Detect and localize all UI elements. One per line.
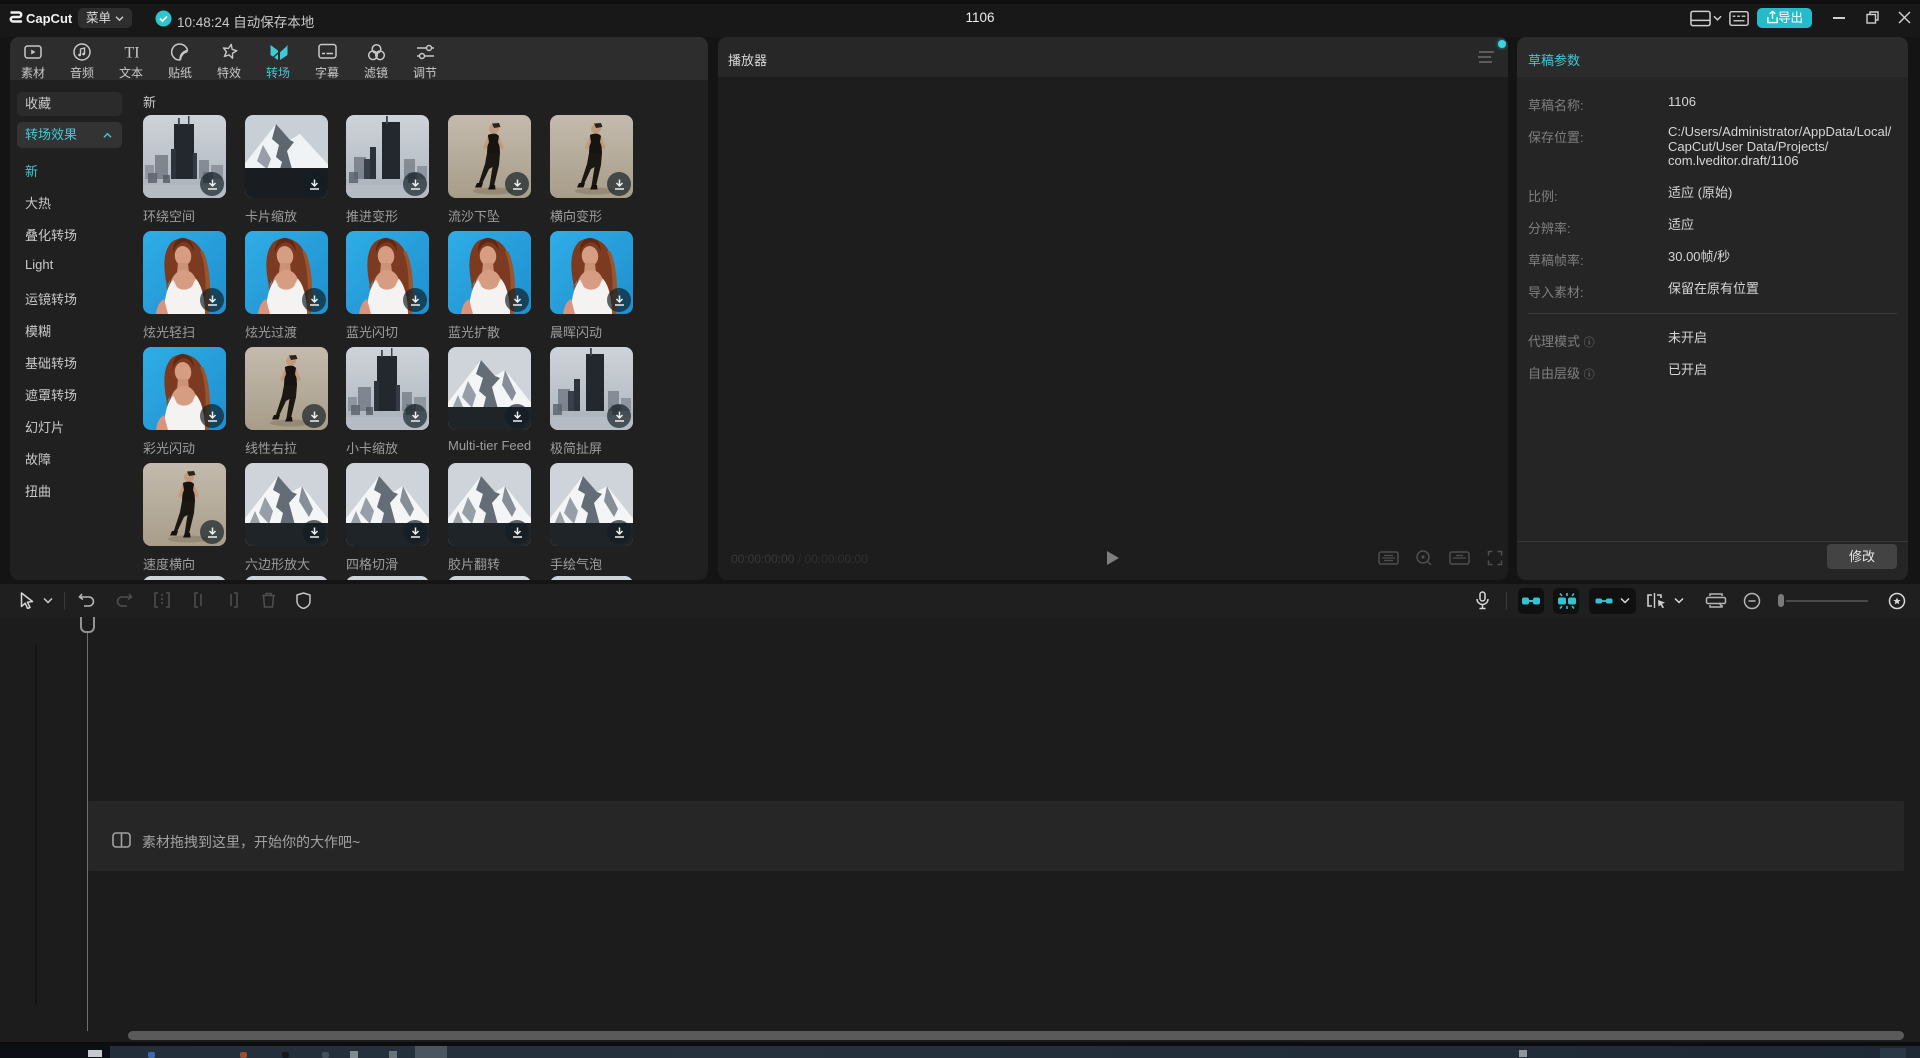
svg-text:TI: TI	[124, 45, 139, 62]
